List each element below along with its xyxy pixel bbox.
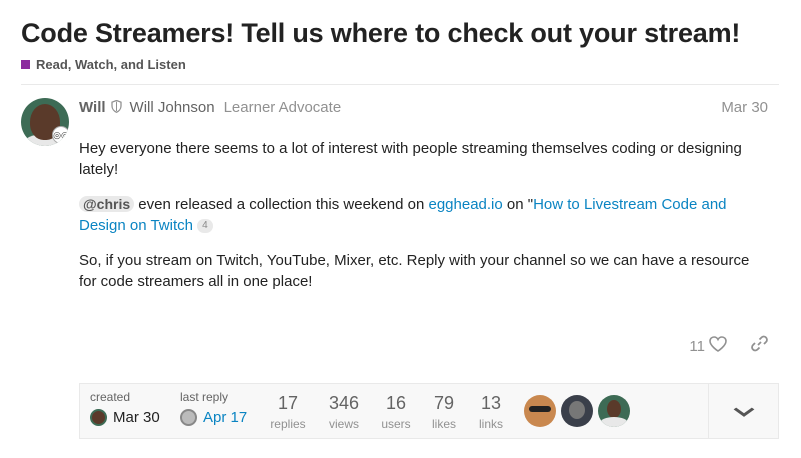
stat-replies: 17 replies <box>266 393 310 431</box>
link-click-count: 4 <box>197 219 213 234</box>
post-text: even released a collection this weekend … <box>134 196 429 213</box>
like-count[interactable]: 11 <box>689 338 705 355</box>
post-paragraph: @chris even released a collection this w… <box>79 194 759 236</box>
last-reply-block[interactable]: last reply Apr 17 <box>180 390 247 426</box>
stat-label: users <box>381 417 411 431</box>
stat-links: 13 links <box>469 393 513 431</box>
participant-avatar[interactable] <box>598 395 630 427</box>
user-mention[interactable]: @chris <box>79 196 135 212</box>
stat-number: 13 <box>480 393 502 413</box>
chevron-down-icon <box>732 401 754 422</box>
category-name[interactable]: Read, Watch, and Listen <box>36 57 186 72</box>
stat-views: 346 views <box>322 393 366 431</box>
participant-avatar[interactable] <box>561 395 593 427</box>
post-text: on " <box>502 196 534 213</box>
link-icon[interactable] <box>751 335 768 357</box>
topic-map: created Mar 30 last reply Apr 17 17 repl… <box>79 383 779 439</box>
shield-icon <box>110 99 122 116</box>
stat-label: views <box>328 417 359 431</box>
heart-icon[interactable] <box>709 335 727 357</box>
last-replier-avatar <box>180 409 197 426</box>
created-block[interactable]: created Mar 30 <box>90 390 160 426</box>
category-badge[interactable]: Read, Watch, and Listen <box>21 57 186 72</box>
participant-avatar[interactable] <box>524 395 556 427</box>
author-full-name[interactable]: Will Johnson <box>130 99 215 116</box>
stat-number: 346 <box>328 393 360 413</box>
post-paragraph: So, if you stream on Twitch, YouTube, Mi… <box>79 252 750 290</box>
stat-label: replies <box>270 417 306 431</box>
stat-number: 79 <box>433 393 455 413</box>
category-color-swatch <box>21 60 30 69</box>
stat-label: links <box>478 417 503 431</box>
topic-title[interactable]: Code Streamers! Tell us where to check o… <box>21 18 740 49</box>
egghead-link[interactable]: egghead.io <box>428 196 502 213</box>
post-date[interactable]: Mar 30 <box>721 99 768 116</box>
post-body: Hey everyone there seems to a lot of int… <box>79 138 759 306</box>
creator-avatar <box>90 409 107 426</box>
created-label: created <box>90 390 131 404</box>
flair-glasses-icon: ◎◎ <box>52 126 69 144</box>
last-reply-label: last reply <box>180 390 229 404</box>
created-date: Mar 30 <box>113 409 160 426</box>
author-avatar[interactable]: ◎◎ <box>21 98 69 146</box>
stat-number: 16 <box>385 393 407 413</box>
stat-users: 16 users <box>374 393 418 431</box>
post-paragraph: Hey everyone there seems to a lot of int… <box>79 140 742 178</box>
participant-avatars <box>524 395 635 427</box>
post-meta: Will Will Johnson Learner Advocate Mar 3… <box>79 99 768 116</box>
divider <box>21 84 779 85</box>
author-username[interactable]: Will <box>79 99 106 116</box>
author-user-title: Learner Advocate <box>223 99 342 116</box>
stat-label: likes <box>431 417 456 431</box>
stat-number: 17 <box>277 393 299 413</box>
last-reply-date: Apr 17 <box>203 409 248 426</box>
stat-likes: 79 likes <box>422 393 466 431</box>
post-actions: 11 <box>689 335 768 357</box>
expand-topic-map-button[interactable] <box>708 384 778 438</box>
